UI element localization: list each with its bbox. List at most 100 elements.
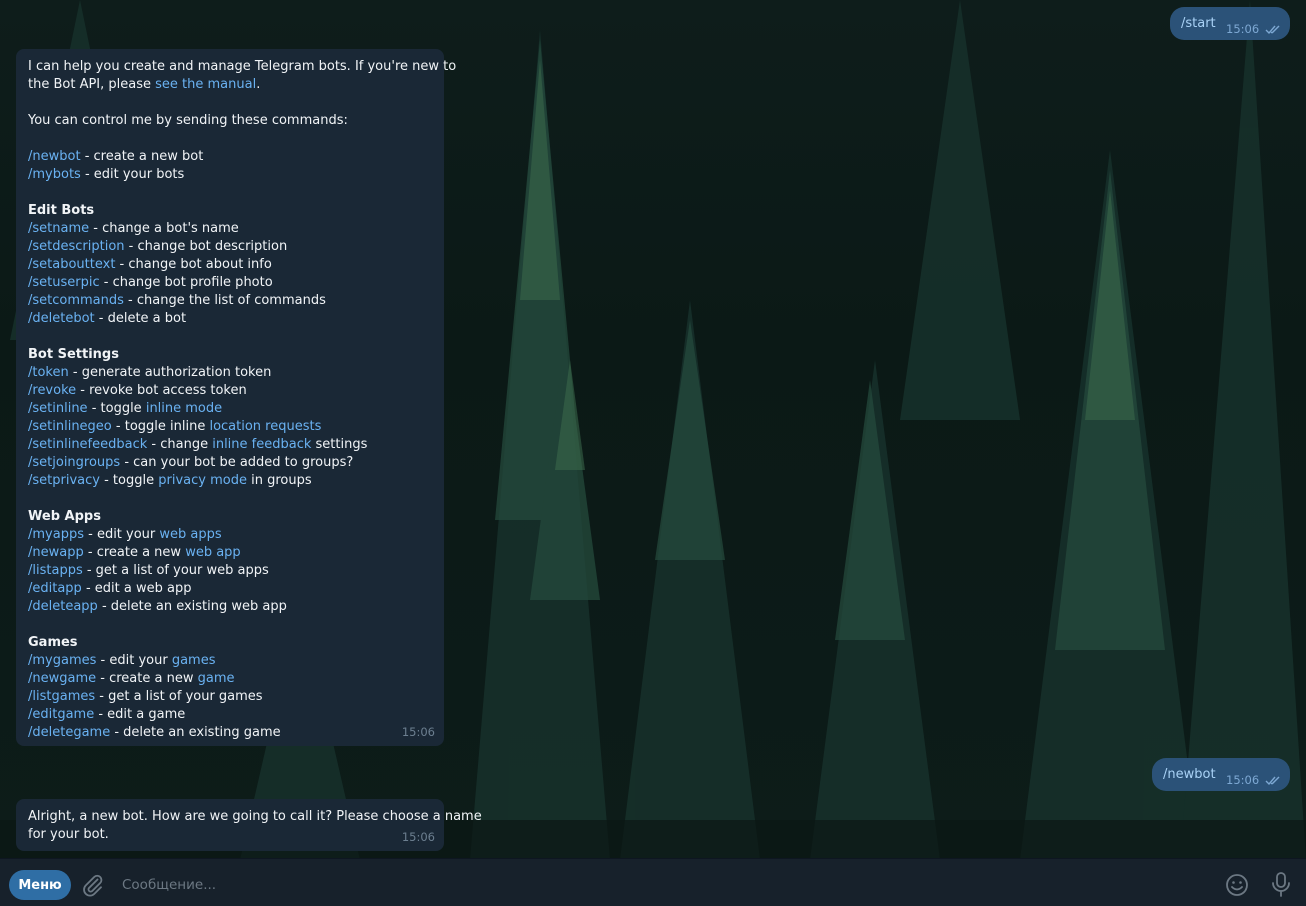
message-text: . bbox=[256, 77, 261, 92]
command-link[interactable]: /setcommands bbox=[28, 293, 124, 308]
command-link[interactable]: /setuserpic bbox=[28, 275, 100, 290]
text-link[interactable]: privacy mode bbox=[158, 473, 247, 488]
message-text: - can your bot be added to groups? bbox=[120, 455, 354, 470]
section-heading: Games bbox=[28, 635, 78, 650]
text-link[interactable]: see the manual bbox=[155, 77, 256, 92]
text-link[interactable]: location requests bbox=[209, 419, 321, 434]
command-link[interactable]: /myapps bbox=[28, 527, 84, 542]
message-text-line: /newapp - create a new web app bbox=[28, 544, 432, 562]
message-text: - toggle bbox=[87, 401, 146, 416]
command-link[interactable]: /token bbox=[28, 365, 69, 380]
message-text: - change bbox=[147, 437, 213, 452]
message-text: - change bot about info bbox=[115, 257, 272, 272]
command-link[interactable]: /deletegame bbox=[28, 725, 110, 740]
command-link[interactable]: /setprivacy bbox=[28, 473, 100, 488]
message-text: - get a list of your web apps bbox=[82, 563, 269, 578]
command-link[interactable]: /setinlinegeo bbox=[28, 419, 112, 434]
command-link[interactable]: /deleteapp bbox=[28, 599, 98, 614]
message-text-line: /setabouttext - change bot about info bbox=[28, 256, 432, 274]
command-link[interactable]: /setinlinefeedback bbox=[28, 437, 147, 452]
message-text: - toggle bbox=[99, 473, 159, 488]
command-link[interactable]: /mybots bbox=[28, 167, 81, 182]
section-heading: Web Apps bbox=[28, 509, 101, 524]
command-link[interactable]: /editapp bbox=[28, 581, 82, 596]
command-link[interactable]: /setjoingroups bbox=[28, 455, 120, 470]
command-link[interactable]: /deletebot bbox=[28, 311, 95, 326]
microphone-icon[interactable] bbox=[1270, 871, 1292, 899]
double-check-icon bbox=[1265, 25, 1280, 35]
message-text-line: for your bot. bbox=[28, 827, 109, 842]
message-text-line: /setcommands - change the list of comman… bbox=[28, 292, 432, 310]
command-link[interactable]: /revoke bbox=[28, 383, 76, 398]
text-link[interactable]: game bbox=[198, 671, 235, 686]
message-text: in groups bbox=[246, 473, 312, 488]
message-text-line: You can control me by sending these comm… bbox=[28, 112, 432, 130]
message-text-line: /mybots - edit your bots bbox=[28, 166, 432, 184]
message-text: - delete an existing web app bbox=[97, 599, 287, 614]
command-link[interactable]: /newbot bbox=[28, 149, 81, 164]
message-text-line: /editgame - edit a game bbox=[28, 706, 432, 724]
message-text-line: /revoke - revoke bot access token bbox=[28, 382, 432, 400]
message-text-line: /editapp - edit a web app bbox=[28, 580, 432, 598]
outgoing-message-newbot[interactable]: /newbot 15:06 bbox=[1152, 758, 1290, 791]
message-text: - revoke bot access token bbox=[76, 383, 247, 398]
message-text-line: /setjoingroups - can your bot be added t… bbox=[28, 454, 432, 472]
command-link[interactable]: /editgame bbox=[28, 707, 94, 722]
bot-help-message[interactable]: I can help you create and manage Telegra… bbox=[16, 49, 456, 746]
message-input[interactable] bbox=[120, 871, 1204, 899]
text-link[interactable]: web app bbox=[185, 545, 241, 560]
message-text-line: Bot Settings bbox=[28, 346, 432, 364]
message-text-line: /deleteapp - delete an existing web app bbox=[28, 598, 432, 616]
message-text: settings bbox=[311, 437, 368, 452]
message-text: - change a bot's name bbox=[89, 221, 239, 236]
message-text: - toggle inline bbox=[111, 419, 210, 434]
double-check-icon bbox=[1265, 776, 1280, 786]
message-time: 15:06 bbox=[401, 725, 435, 739]
text-link[interactable]: inline mode bbox=[146, 401, 222, 416]
message-text-line: /myapps - edit your web apps bbox=[28, 526, 432, 544]
message-text: - edit your bots bbox=[80, 167, 185, 182]
message-text-line: /mygames - edit your games bbox=[28, 652, 432, 670]
outgoing-message-start[interactable]: /start 15:06 bbox=[1170, 7, 1290, 40]
text-link[interactable]: inline feedback bbox=[212, 437, 311, 452]
message-text-line: /deletegame - delete an existing game bbox=[28, 724, 432, 742]
text-link[interactable]: games bbox=[172, 653, 216, 668]
command-link[interactable]: /listgames bbox=[28, 689, 95, 704]
paperclip-icon[interactable] bbox=[81, 873, 105, 897]
text-link[interactable]: web apps bbox=[159, 527, 221, 542]
message-text-line: /token - generate authorization token bbox=[28, 364, 432, 382]
message-text-line: /setdescription - change bot description bbox=[28, 238, 432, 256]
message-text: - generate authorization token bbox=[68, 365, 272, 380]
command-link[interactable]: /setabouttext bbox=[28, 257, 115, 272]
smile-icon[interactable] bbox=[1225, 873, 1249, 897]
command-link[interactable]: /newgame bbox=[28, 671, 96, 686]
message-text: /newbot bbox=[1163, 767, 1216, 782]
message-text-line: I can help you create and manage Telegra… bbox=[28, 58, 456, 76]
command-link[interactable]: /setinline bbox=[28, 401, 88, 416]
command-link[interactable]: /setname bbox=[28, 221, 89, 236]
command-link[interactable]: /mygames bbox=[28, 653, 96, 668]
message-text-line: Alright, a new bot. How are we going to … bbox=[28, 809, 482, 824]
message-text-line: /listgames - get a list of your games bbox=[28, 688, 432, 706]
message-text: - edit your bbox=[96, 653, 172, 668]
section-heading: Bot Settings bbox=[28, 347, 119, 362]
message-text: You can control me by sending these comm… bbox=[28, 113, 348, 128]
message-text-line: Web Apps bbox=[28, 508, 432, 526]
bot-menu-button[interactable]: Меню bbox=[9, 870, 71, 900]
message-text: /start bbox=[1181, 16, 1216, 31]
message-text-line: /newgame - create a new game bbox=[28, 670, 432, 688]
command-link[interactable]: /listapps bbox=[28, 563, 83, 578]
message-text-line: /setinlinegeo - toggle inline location r… bbox=[28, 418, 432, 436]
bot-reply-message[interactable]: Alright, a new bot. How are we going to … bbox=[16, 799, 482, 851]
message-text: - edit a game bbox=[94, 707, 186, 722]
command-link[interactable]: /setdescription bbox=[28, 239, 125, 254]
chat-history[interactable]: /start 15:06 I can help you create and m… bbox=[0, 0, 1306, 858]
help-message-body: I can help you create and manage Telegra… bbox=[28, 58, 456, 742]
command-link[interactable]: /newapp bbox=[28, 545, 84, 560]
